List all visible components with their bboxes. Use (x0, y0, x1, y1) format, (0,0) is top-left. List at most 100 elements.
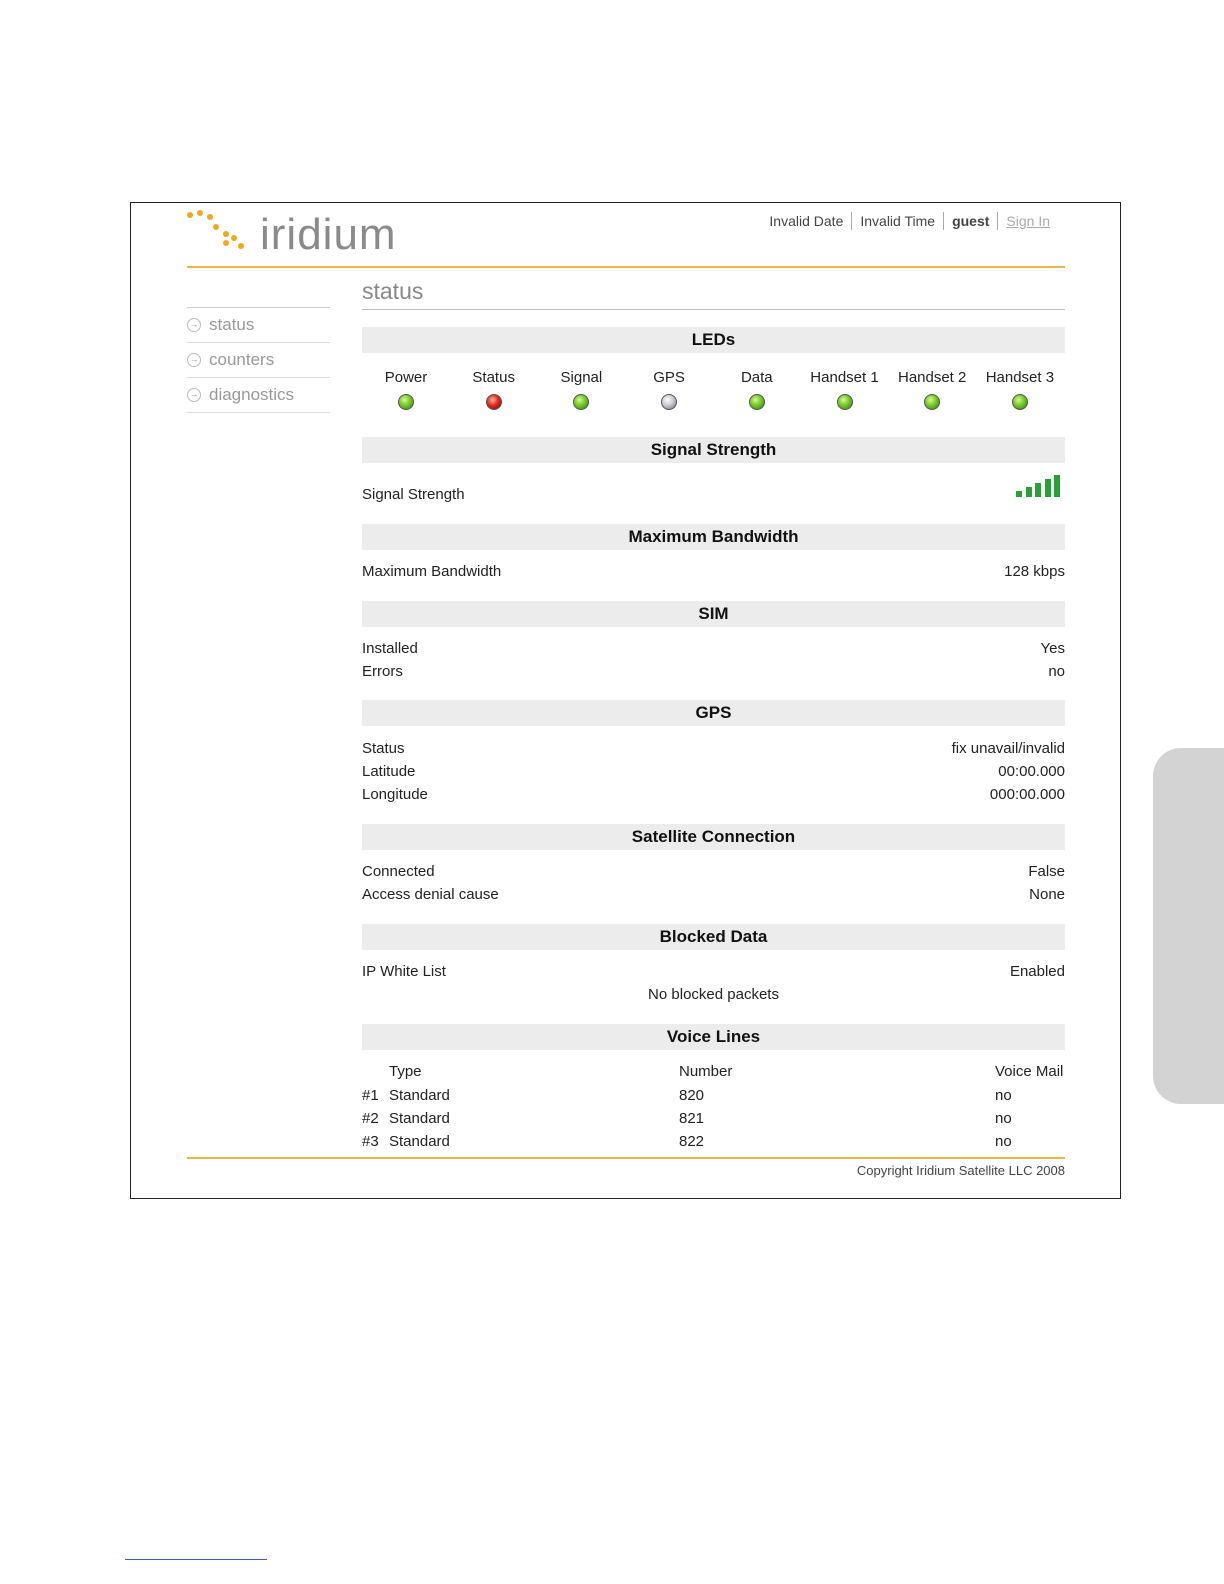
time-display: Invalid Time (860, 213, 936, 229)
iridium-logo-icon (187, 210, 244, 249)
led-indicator-icon (573, 394, 590, 410)
led-indicator-icon (836, 394, 853, 410)
signal-bar (1035, 483, 1041, 497)
voice-row-number: 821 (679, 1110, 705, 1127)
section-heading-leds: LEDs (362, 327, 1065, 353)
led-label: Power (384, 369, 428, 386)
sidebar-item-label: status (209, 315, 255, 334)
led-label: Status (472, 369, 515, 386)
access-denial-label: Access denial cause (362, 886, 499, 903)
section-heading-sim: SIM (362, 601, 1065, 627)
connected-label: Connected (362, 863, 435, 880)
page-title: status (362, 278, 424, 304)
sim-row: Errors no (362, 663, 1065, 683)
sidebar-item-label: counters (209, 350, 275, 369)
sidebar-nav: → status → counters → diagnostics (187, 307, 330, 413)
gps-row: Latitude 00:00.000 (362, 763, 1065, 783)
led-signal: Signal (537, 369, 625, 410)
signal-row: Signal Strength (362, 486, 1065, 506)
voice-row-type: Standard (389, 1133, 450, 1150)
ip-white-list-label: IP White List (362, 963, 446, 980)
led-indicator-icon (661, 394, 678, 410)
footer-divider (187, 1157, 1065, 1159)
led-label: Handset 3 (985, 369, 1055, 386)
led-gps: GPS (625, 369, 713, 410)
section-heading-satellite: Satellite Connection (362, 824, 1065, 850)
divider (362, 309, 1065, 310)
connected-value: False (1028, 863, 1065, 880)
sim-errors-label: Errors (362, 663, 403, 680)
voice-row-voicemail: no (995, 1110, 1012, 1127)
arrow-right-circle-icon: → (187, 353, 201, 367)
header-status-bar: Invalid Date Invalid Time guest Sign In (761, 212, 1058, 230)
led-indicator-icon (485, 394, 502, 410)
sign-in-link[interactable]: Sign In (998, 213, 1058, 229)
section-heading-voice: Voice Lines (362, 1024, 1065, 1050)
sidebar-item-diagnostics[interactable]: → diagnostics (187, 378, 330, 413)
voice-col-voicemail: Voice Mail (995, 1063, 1064, 1080)
voice-row-number: 822 (679, 1133, 705, 1150)
led-status: Status (450, 369, 538, 410)
satellite-row: Access denial cause None (362, 886, 1065, 906)
voice-row-voicemail: no (995, 1087, 1012, 1104)
voice-row-index: #3 (362, 1133, 379, 1150)
page-edge-tab (1153, 748, 1224, 1104)
led-handset-2: Handset 2 (888, 369, 976, 410)
led-handset-1: Handset 1 (801, 369, 889, 410)
led-indicator-icon (924, 394, 941, 410)
gps-longitude-value: 000:00.000 (989, 786, 1065, 803)
led-label: Signal (560, 369, 603, 386)
voice-row-type: Standard (389, 1110, 450, 1127)
led-data: Data (713, 369, 801, 410)
led-handset-3: Handset 3 (976, 369, 1064, 410)
led-indicator-icon (748, 394, 765, 410)
led-indicator-icon (398, 394, 414, 410)
signal-bar (1054, 475, 1060, 497)
led-power: Power (362, 369, 450, 410)
arrow-right-circle-icon: → (187, 388, 201, 402)
bandwidth-row: Maximum Bandwidth 128 kbps (362, 563, 1065, 583)
blocked-row: IP White List Enabled (362, 963, 1065, 983)
gps-row: Status fix unavail/invalid (362, 740, 1065, 760)
sim-installed-value: Yes (1040, 640, 1065, 657)
ip-white-list-value: Enabled (1009, 963, 1065, 980)
arrow-right-circle-icon: → (187, 318, 201, 332)
signal-bar (1016, 491, 1022, 497)
footnote-rule (125, 1559, 267, 1560)
signal-bar (1025, 487, 1032, 497)
bandwidth-label: Maximum Bandwidth (362, 563, 502, 580)
date-display: Invalid Date (769, 213, 844, 229)
voice-col-number: Number (679, 1063, 733, 1080)
led-label: Handset 1 (810, 369, 879, 386)
gps-latitude-value: 00:00.000 (998, 763, 1065, 780)
sidebar-item-label: diagnostics (209, 385, 295, 404)
section-heading-gps: GPS (362, 700, 1065, 726)
voice-row-voicemail: no (995, 1133, 1012, 1150)
gps-status-value: fix unavail/invalid (951, 740, 1065, 757)
sim-row: Installed Yes (362, 640, 1065, 660)
voice-row-number: 820 (679, 1087, 705, 1104)
blocked-message: No blocked packets (648, 986, 779, 1003)
led-label: Handset 2 (897, 369, 967, 386)
signal-bar (1044, 479, 1051, 497)
sidebar-item-status[interactable]: → status (187, 308, 330, 343)
sim-installed-label: Installed (362, 640, 418, 657)
current-user: guest (952, 213, 990, 229)
section-heading-signal: Signal Strength (362, 437, 1065, 463)
voice-row-type: Standard (389, 1087, 450, 1104)
gps-row: Longitude 000:00.000 (362, 786, 1065, 806)
voice-col-type: Type (389, 1063, 422, 1080)
blocked-message-row: No blocked packets (362, 986, 1065, 1006)
led-indicator-icon (1011, 394, 1028, 410)
copyright: Copyright Iridium Satellite LLC 2008 (856, 1163, 1065, 1178)
voice-row-index: #2 (362, 1110, 379, 1127)
section-heading-blocked: Blocked Data (362, 924, 1065, 950)
led-label: Data (740, 369, 773, 386)
gps-status-label: Status (362, 740, 405, 757)
sidebar-item-counters[interactable]: → counters (187, 343, 330, 378)
voice-row-index: #1 (362, 1087, 379, 1104)
logo-wordmark: iridium (260, 210, 397, 259)
header-divider (187, 266, 1065, 268)
sim-errors-value: no (1048, 663, 1065, 680)
gps-longitude-label: Longitude (362, 786, 428, 803)
